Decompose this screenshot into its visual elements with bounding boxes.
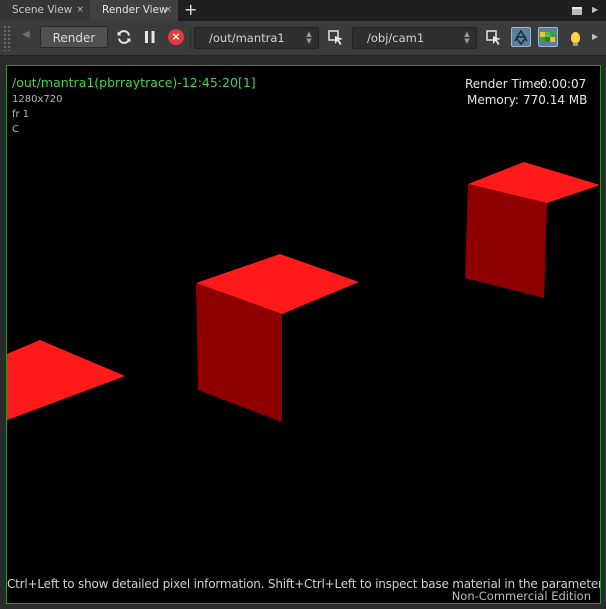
spinner-arrows-icon[interactable]: ▲ ▼ — [463, 31, 471, 45]
pick-output-icon[interactable] — [326, 27, 346, 47]
pane-menu-icon[interactable] — [572, 7, 582, 15]
render-button[interactable]: Render — [40, 26, 108, 48]
rendered-image — [7, 162, 600, 422]
memory-value: 770.14 MB — [523, 93, 588, 107]
edition-watermark: Non-Commercial Edition — [451, 589, 591, 603]
render-time-value: 0:00:07 — [540, 77, 587, 91]
tab-scene-view[interactable]: Scene View × — [0, 0, 90, 21]
camera-value: /obj/cam1 — [367, 31, 425, 45]
chevron-right-icon[interactable]: ▶ — [592, 5, 598, 14]
refresh-icon[interactable] — [114, 27, 134, 47]
render-plane: C — [12, 124, 19, 135]
render-toolbar: ◀ Render × /out/mantra1 ▲ ▼ /obj/cam1 ▲ ▼ … — [0, 21, 606, 56]
render-info-title: /out/mantra1(pbrraytrace)-12:45:20[1] — [12, 75, 256, 90]
cube-top-face — [7, 340, 125, 421]
chevron-left-icon[interactable]: ◀ — [22, 29, 30, 40]
light-bulb-icon[interactable] — [565, 27, 585, 47]
cube-side-face — [465, 184, 547, 298]
add-tab-icon[interactable]: + — [184, 0, 197, 21]
recycle-icon — [511, 27, 531, 47]
toolbar-divider — [190, 27, 191, 49]
render-viewport[interactable]: /out/mantra1(pbrraytrace)-12:45:20[1] 12… — [6, 65, 601, 604]
memory-label: Memory: — [467, 93, 519, 107]
pane-tab-bar: Scene View × Render View × + ▶ — [0, 0, 606, 21]
output-driver-select[interactable]: /out/mantra1 ▲ ▼ — [194, 27, 319, 49]
pick-camera-icon[interactable] — [484, 27, 504, 47]
close-icon[interactable]: × — [76, 0, 84, 21]
render-time-label: Render Time: — [465, 77, 545, 91]
checker-region-icon — [538, 27, 558, 47]
stop-render-icon[interactable]: × — [166, 27, 186, 47]
camera-select[interactable]: /obj/cam1 ▲ ▼ — [352, 27, 477, 49]
render-region-toggle[interactable] — [538, 27, 558, 47]
chevron-right-icon[interactable]: ▶ — [592, 32, 598, 41]
tab-label: Scene View — [12, 4, 73, 16]
pause-icon[interactable] — [140, 27, 160, 47]
auto-update-toggle[interactable] — [511, 27, 531, 47]
spinner-arrows-icon[interactable]: ▲ ▼ — [305, 31, 313, 45]
render-resolution: 1280x720 — [12, 94, 63, 105]
toolbar-grip-icon[interactable] — [3, 25, 11, 51]
close-icon[interactable]: × — [164, 0, 172, 21]
output-driver-value: /out/mantra1 — [209, 31, 285, 45]
render-frame: fr 1 — [12, 109, 30, 120]
tab-render-view[interactable]: Render View × — [90, 0, 178, 21]
tab-label: Render View — [102, 4, 168, 16]
